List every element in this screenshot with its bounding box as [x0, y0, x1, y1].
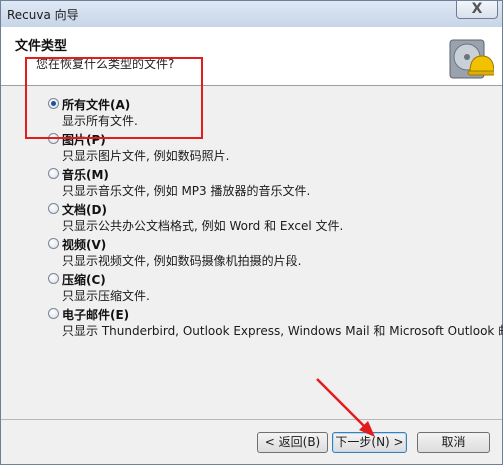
radio-compressed[interactable] — [48, 273, 59, 284]
option-label: 视频(V) — [62, 238, 107, 252]
recuva-wizard-window: Recuva 向导 X 文件类型 您在恢复什么类型的文件? 所有文件(A) 显示… — [0, 0, 503, 465]
option-label: 音乐(M) — [62, 168, 109, 182]
option-label: 压缩(C) — [62, 273, 106, 287]
option-description: 只显示音乐文件, 例如 MP3 播放器的音乐文件. — [62, 184, 311, 198]
hard-drive-hardhat-icon — [449, 39, 494, 79]
annotation-highlight-box — [25, 57, 203, 139]
radio-email[interactable] — [48, 308, 59, 319]
option-label: 文档(D) — [62, 203, 107, 217]
back-button[interactable]: < 返回(B) — [257, 432, 328, 453]
cancel-button[interactable]: 取消 — [417, 432, 490, 453]
option-label: 电子邮件(E) — [62, 308, 130, 322]
option-description: 只显示压缩文件. — [62, 289, 150, 303]
radio-video[interactable] — [48, 238, 59, 249]
close-button[interactable]: X — [456, 1, 498, 19]
option-description: 只显示公共办公文档格式, 例如 Word 和 Excel 文件. — [62, 219, 344, 233]
next-button[interactable]: 下一步(N) > — [332, 432, 407, 453]
radio-documents[interactable] — [48, 203, 59, 214]
footer-divider — [1, 419, 502, 420]
option-description: 只显示 Thunderbird, Outlook Express, Window… — [62, 324, 503, 338]
option-description: 只显示图片文件, 例如数码照片. — [62, 149, 230, 163]
window-title: Recuva 向导 — [7, 8, 79, 22]
title-bar: Recuva 向导 X — [1, 1, 502, 27]
option-description: 只显示视频文件, 例如数码摄像机拍摄的片段. — [62, 254, 302, 268]
page-title: 文件类型 — [15, 39, 68, 54]
radio-music[interactable] — [48, 168, 59, 179]
